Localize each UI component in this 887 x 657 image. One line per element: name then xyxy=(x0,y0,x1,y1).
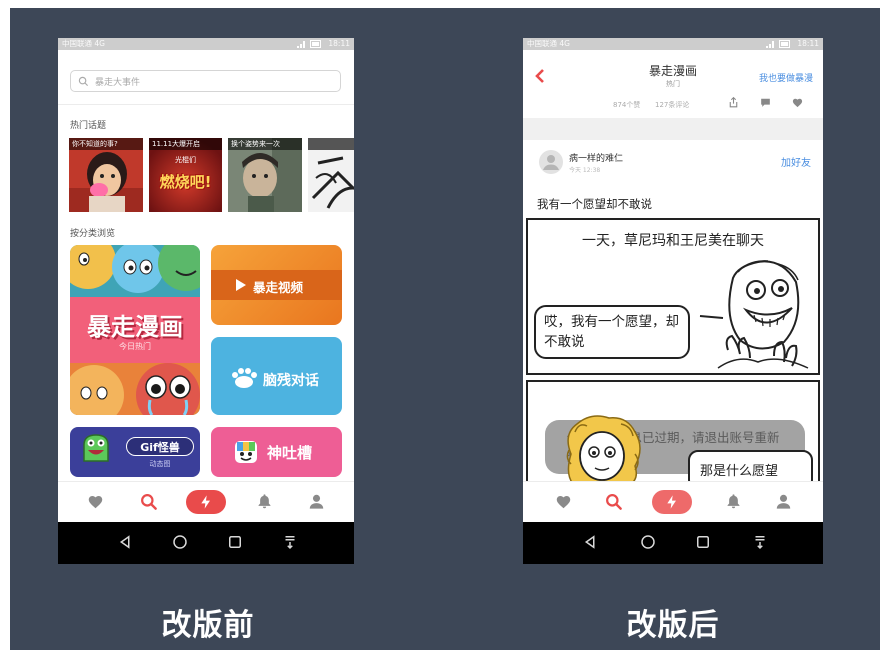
home-icon[interactable] xyxy=(171,533,189,551)
user-icon[interactable] xyxy=(774,492,793,511)
bottom-tab-bar xyxy=(523,481,823,522)
signal-icon xyxy=(297,41,305,48)
back-icon[interactable] xyxy=(581,533,599,551)
home-icon[interactable] xyxy=(639,533,657,551)
carrier-label: 中国联通 4G xyxy=(527,39,570,48)
recents-icon[interactable] xyxy=(226,533,244,551)
share-icon[interactable] xyxy=(727,96,740,109)
bottom-tab-bar xyxy=(58,481,354,522)
section-label-hot-topics: 热门话题 xyxy=(70,121,107,131)
category-subtitle: 动态图 xyxy=(149,460,171,468)
clock-label: 18:11 xyxy=(797,39,819,48)
category-card-dialogues[interactable]: 脑残对话 xyxy=(211,337,342,415)
back-icon[interactable] xyxy=(116,533,134,551)
comic-caption: 一天，草尼玛和王尼美在聊天 xyxy=(582,233,764,249)
heart-icon[interactable] xyxy=(554,492,573,511)
bolt-icon xyxy=(667,495,676,509)
android-nav-bar xyxy=(58,522,354,564)
play-icon xyxy=(236,279,246,291)
topic-headline: 燃烧吧! xyxy=(159,173,212,191)
add-friend-button[interactable]: 加好友 xyxy=(781,154,811,169)
category-card-gif[interactable]: Gif怪兽 动态图 xyxy=(70,427,200,477)
avatar[interactable] xyxy=(539,150,563,174)
create-comic-link[interactable]: 我也要做暴漫 xyxy=(759,71,813,84)
search-icon[interactable] xyxy=(139,492,158,511)
bolt-button[interactable] xyxy=(186,490,226,514)
status-bar: 中国联通 4G 18:11 xyxy=(58,38,354,50)
status-bar: 中国联通 4G 18:11 xyxy=(523,38,823,50)
bolt-button[interactable] xyxy=(652,490,692,514)
bolt-icon xyxy=(201,495,210,509)
heart-icon[interactable] xyxy=(791,96,804,109)
category-card-videos[interactable]: 暴走视频 xyxy=(211,245,342,325)
recents-icon[interactable] xyxy=(694,533,712,551)
category-card-comics[interactable]: 暴走漫画 今日热门 xyxy=(70,245,200,415)
search-icon xyxy=(78,76,89,87)
post-title: 我有一个愿望却不敢说 xyxy=(537,197,652,211)
author-name[interactable]: 病一样的难仁 xyxy=(569,151,623,164)
carrier-label: 中国联通 4G xyxy=(62,39,105,48)
likes-count: 874个赞 xyxy=(613,101,641,109)
rage-face-illustration xyxy=(699,260,809,369)
topic-caption: 11.11大爆开启 xyxy=(149,138,222,150)
category-title: 神吐槽 xyxy=(267,444,313,462)
caption-after: 改版后 xyxy=(626,608,720,643)
heart-icon[interactable] xyxy=(86,492,105,511)
battery-icon xyxy=(310,40,321,48)
girl-rage-face-illustration xyxy=(566,415,641,485)
category-title: 脑残对话 xyxy=(263,373,319,389)
comic-panel-1: 一天，草尼玛和王尼美在聊天 哎，我有一个愿望，却不敢说 xyxy=(526,218,820,375)
topic-image xyxy=(308,138,354,212)
android-nav-bar xyxy=(523,522,823,564)
search-input[interactable]: 暴走大事件 xyxy=(70,70,341,92)
speech-bubble-text: 那是什么愿望 xyxy=(700,464,779,479)
menu-icon[interactable] xyxy=(751,533,769,551)
search-placeholder: 暴走大事件 xyxy=(95,78,141,88)
bell-icon[interactable] xyxy=(255,492,274,511)
clock-label: 18:11 xyxy=(328,39,350,48)
category-title: 暴走视频 xyxy=(253,280,304,295)
monster-icon xyxy=(83,434,109,462)
topic-thumbnail-4[interactable] xyxy=(308,138,354,212)
topic-thumbnail-1[interactable]: 你不知道的事? xyxy=(69,138,143,212)
post-time: 今天 12:38 xyxy=(569,167,601,174)
phone-after: 中国联通 4G 18:11 暴走漫画 热门 我也要做暴漫 874个赞 127条评… xyxy=(523,38,823,564)
topic-caption: 换个姿势来一次 xyxy=(228,138,302,150)
battery-icon xyxy=(779,40,790,48)
divider xyxy=(58,104,354,105)
topic-thumbnail-2[interactable]: 11.11大爆开启 光棍们 燃烧吧! xyxy=(149,138,222,212)
speech-bubble-text: 哎，我有一个愿望，却不敢说 xyxy=(544,314,679,350)
topic-caption: 你不知道的事? xyxy=(69,138,143,150)
caption-before: 改版前 xyxy=(161,608,255,643)
comments-count: 127条评论 xyxy=(655,101,690,109)
category-title: 暴走漫画 xyxy=(87,313,183,341)
bell-icon[interactable] xyxy=(724,492,743,511)
phone-before: 中国联通 4G 18:11 暴走大事件 热门话题 你不知道的事? 11.11大爆… xyxy=(58,38,354,564)
user-icon[interactable] xyxy=(307,492,326,511)
topic-thumbnail-3[interactable]: 换个姿势来一次 xyxy=(228,138,302,212)
section-label-categories: 按分类浏览 xyxy=(70,229,116,239)
signal-icon xyxy=(766,41,774,48)
category-title: Gif怪兽 xyxy=(140,441,180,454)
section-divider xyxy=(523,118,823,140)
category-subtitle: 今日热门 xyxy=(119,342,151,351)
search-icon[interactable] xyxy=(604,492,623,511)
menu-icon[interactable] xyxy=(281,533,299,551)
category-card-roast[interactable]: 神吐槽 xyxy=(211,427,342,477)
comment-icon[interactable] xyxy=(759,96,772,109)
speech-bubble-1: 哎，我有一个愿望，却不敢说 xyxy=(534,305,690,359)
face-icon xyxy=(235,441,257,463)
topic-subline: 光棍们 xyxy=(175,156,196,164)
paw-icon xyxy=(232,368,257,388)
